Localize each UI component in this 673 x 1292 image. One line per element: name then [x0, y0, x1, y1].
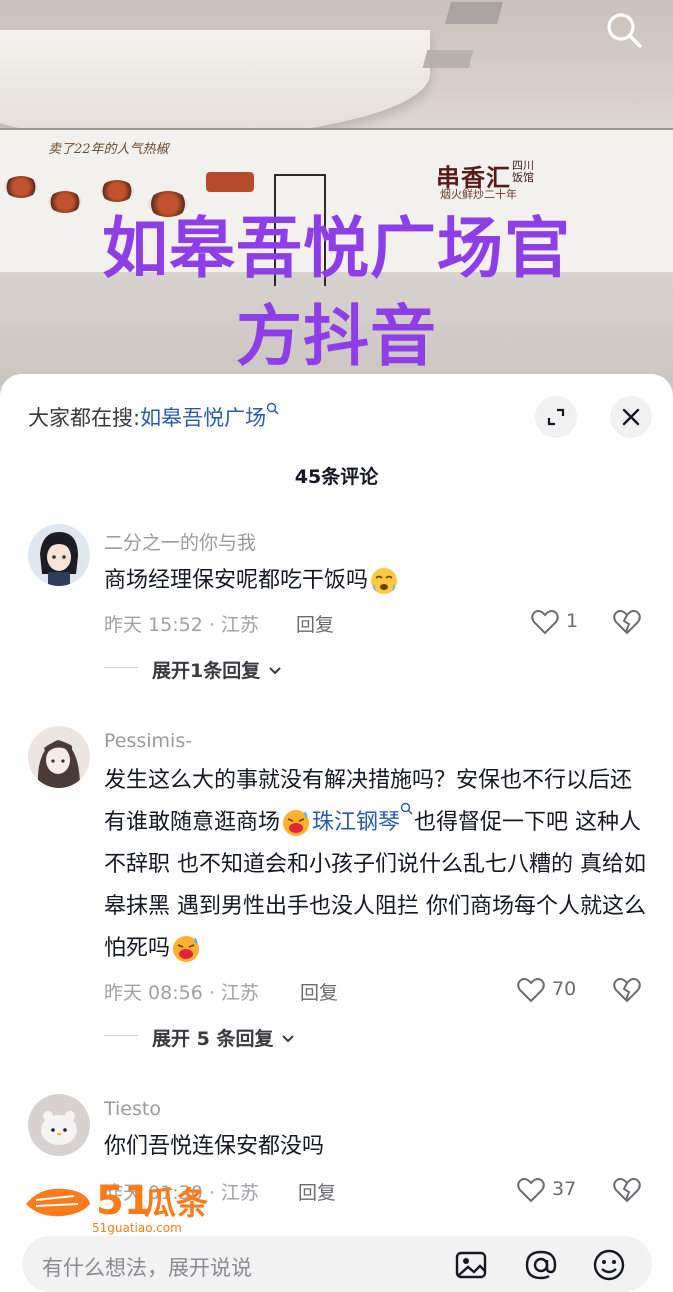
- like-count: 1: [566, 610, 579, 632]
- dislike-button[interactable]: [612, 976, 644, 1006]
- restaurant-tagline: 烟火鲜炒二十年: [440, 188, 517, 201]
- comment-text-body: 商场经理保安呢都吃干饭吗: [104, 568, 369, 593]
- svg-text:瓜条: 瓜条: [144, 1184, 208, 1222]
- divider-line: [104, 1035, 138, 1036]
- comment-text: 商场经理保安呢都吃干饭吗: [104, 560, 649, 602]
- like-button[interactable]: 37: [516, 1176, 586, 1206]
- overlay-title-line: 方抖音: [236, 298, 437, 375]
- expand-replies-button[interactable]: 展开 5 条回复: [152, 1024, 296, 1051]
- like-count: 70: [552, 978, 577, 1000]
- wall-slogan: 卖了22年的人气热椒: [48, 142, 169, 157]
- sweat-face-emoji: [283, 810, 310, 836]
- emoji-icon: [593, 1249, 625, 1281]
- comment-text: 发生这么大的事就没有解决措施吗？安保也不行以后还有谁敢随意逛商场 珠江钢琴 也得督促…: [104, 760, 649, 970]
- comment-text: 你们吾悦连保安都没吗: [104, 1134, 325, 1159]
- comments-sheet: 大家都在搜:如皋吾悦广场 45条评论 二分之一的你与我 商场经理保安呢都吃干饭吗…: [0, 374, 673, 1280]
- broken-heart-icon: [613, 610, 641, 635]
- comment-username[interactable]: 二分之一的你与我: [104, 528, 256, 555]
- like-count: 37: [552, 1178, 577, 1200]
- heart-icon: [517, 978, 545, 1003]
- video-overlay-title: 如皋吾悦广场官 方抖音: [0, 205, 673, 381]
- search-suggestion[interactable]: 大家都在搜:如皋吾悦广场: [28, 402, 280, 432]
- svg-text:51guatiao.com: 51guatiao.com: [92, 1221, 182, 1235]
- ceiling-vent: [422, 50, 474, 68]
- comment-input-bar[interactable]: 有什么想法，展开说说: [22, 1236, 652, 1292]
- search-button[interactable]: [602, 8, 646, 52]
- sweat-face-emoji: [173, 936, 200, 962]
- watermark-logo: 51 瓜条 51guatiao.com: [22, 1170, 242, 1240]
- expand-replies-button[interactable]: 展开1条回复: [152, 656, 283, 683]
- reply-button[interactable]: 回复: [300, 978, 338, 1005]
- heart-icon: [531, 610, 559, 635]
- heart-icon: [517, 1178, 545, 1203]
- image-button[interactable]: [454, 1248, 488, 1282]
- chevron-down-icon: [282, 1035, 294, 1043]
- search-suggestion-prefix: 大家都在搜:: [28, 406, 141, 430]
- comment-count: 45条评论: [294, 466, 379, 488]
- mention-button[interactable]: [524, 1248, 558, 1282]
- dish-image: [4, 176, 38, 198]
- topic-link[interactable]: 珠江钢琴: [312, 810, 400, 835]
- restaurant-type: 四川饭馆: [512, 159, 534, 184]
- search-icon: [607, 13, 642, 48]
- broken-heart-icon: [613, 1178, 641, 1203]
- crying-face-emoji: [371, 568, 398, 594]
- avatar[interactable]: [28, 726, 90, 788]
- video-player[interactable]: 卖了22年的人气热椒 串香汇 四川饭馆 烟火鲜炒二十年 如皋吾悦广场官 方抖音: [0, 0, 673, 400]
- reply-button[interactable]: 回复: [296, 610, 334, 637]
- close-icon: [622, 408, 640, 426]
- ceiling-vent: [445, 2, 503, 24]
- at-icon: [525, 1250, 557, 1280]
- comment-time-location: 昨天 15:52 · 江苏: [104, 614, 259, 636]
- comment-time-location: 昨天 08:56 · 江苏: [104, 982, 259, 1004]
- expand-replies-label: 展开 5 条回复: [152, 1028, 274, 1050]
- chevron-down-icon: [269, 667, 281, 675]
- expand-button[interactable]: [535, 396, 577, 438]
- reply-button[interactable]: 回复: [298, 1178, 336, 1205]
- comment-username[interactable]: Tiesto: [104, 1098, 161, 1120]
- avatar[interactable]: [28, 524, 90, 586]
- overlay-title-line: 如皋吾悦广场官: [102, 210, 571, 287]
- comment-input[interactable]: 有什么想法，展开说说: [42, 1252, 252, 1282]
- dish-image: [206, 172, 254, 192]
- avatar[interactable]: [28, 1094, 90, 1156]
- divider-line: [104, 667, 138, 668]
- emoji-button[interactable]: [592, 1248, 626, 1282]
- comment-username[interactable]: Pessimis-: [104, 730, 192, 752]
- search-icon: [266, 402, 279, 415]
- dislike-button[interactable]: [612, 1176, 644, 1206]
- dislike-button[interactable]: [612, 608, 644, 638]
- image-icon: [455, 1251, 487, 1279]
- search-icon: [400, 802, 413, 815]
- like-button[interactable]: 70: [516, 976, 586, 1006]
- broken-heart-icon: [613, 978, 641, 1003]
- close-button[interactable]: [610, 396, 652, 438]
- like-button[interactable]: 1: [530, 608, 600, 638]
- search-suggestion-link[interactable]: 如皋吾悦广场: [140, 406, 266, 430]
- expand-replies-label: 展开1条回复: [152, 660, 261, 682]
- expand-replies[interactable]: [104, 1024, 152, 1046]
- expand-icon: [547, 408, 565, 426]
- dish-image: [100, 180, 134, 202]
